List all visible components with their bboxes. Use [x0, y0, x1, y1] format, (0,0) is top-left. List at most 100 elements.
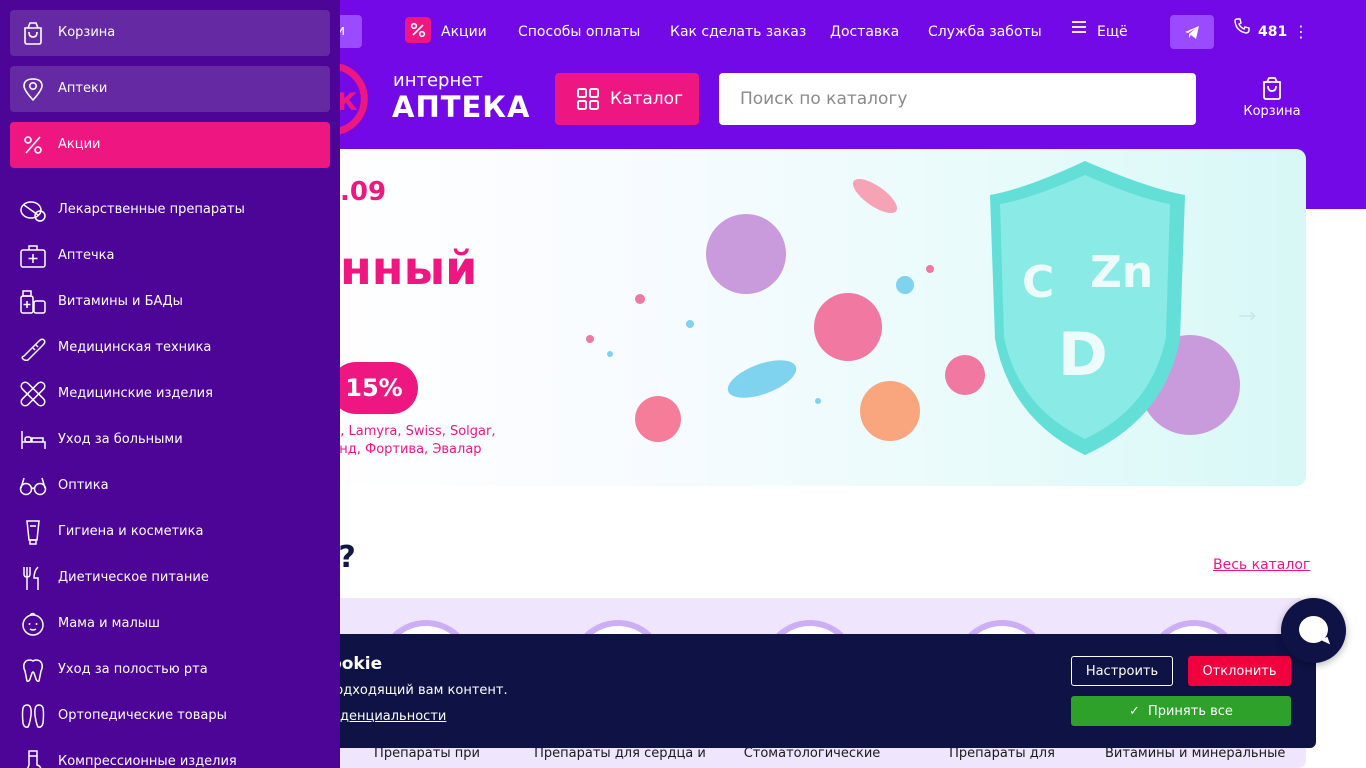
banner-illustration: C Zn D	[586, 161, 1240, 455]
first-aid-kit-icon	[20, 245, 46, 268]
logo-big-text: АПТЕКА	[392, 90, 531, 124]
vitamins-icon	[20, 290, 46, 314]
nav-more[interactable]: Ещё	[1071, 15, 1128, 49]
catalog-button[interactable]: Каталог	[555, 73, 699, 125]
sidebar-item-oral-care[interactable]: Уход за полостью рта	[10, 650, 330, 690]
nav-label: Акции	[441, 24, 487, 40]
banner-date: .09	[340, 177, 387, 207]
location-pin-icon	[23, 78, 43, 101]
sidebar-item-label: Ортопедические товары	[58, 708, 227, 723]
menu-icon	[1071, 13, 1087, 47]
category-label[interactable]: Препараты для сердца и	[530, 746, 710, 761]
percent-icon	[24, 136, 42, 154]
phone-icon	[1234, 13, 1250, 47]
logo-small-text: интернет	[393, 70, 483, 91]
sidebar-item-vitamins[interactable]: Витамины и БАДы	[10, 282, 330, 322]
chat-button[interactable]	[1281, 598, 1346, 663]
cookie-banner: cookie ь подходящий вам контент. денциал…	[300, 634, 1316, 748]
sidebar-item-optics[interactable]: Оптика	[10, 466, 330, 506]
category-label[interactable]: Препараты для	[912, 746, 1092, 761]
category-label[interactable]: Препараты при	[337, 746, 517, 761]
configure-button[interactable]: Настроить	[1071, 656, 1173, 686]
sidebar-item-label: Лекарственные препараты	[58, 202, 245, 217]
sidebar-item-mother-baby[interactable]: Мама и малыш	[10, 604, 330, 644]
glasses-icon	[19, 477, 47, 496]
sidebar-item-label: Аптечка	[58, 248, 115, 263]
sidebar-item-medical-equipment[interactable]: Медицинская техника	[10, 328, 330, 368]
nav-label: Ещё	[1097, 24, 1128, 40]
nav-care-service[interactable]: Служба заботы	[928, 15, 1042, 49]
compression-stocking-icon	[26, 750, 42, 768]
hospital-bed-icon	[21, 431, 46, 449]
accept-label: Принять все	[1147, 703, 1233, 719]
search-input[interactable]	[719, 73, 1196, 125]
sidebar-item-label: Медицинская техника	[58, 340, 212, 355]
sidebar-item-pharmacies[interactable]: Аптеки	[10, 66, 330, 112]
telegram-icon	[1185, 26, 1199, 39]
sidebar-item-patient-care[interactable]: Уход за больными	[10, 420, 330, 460]
telegram-button[interactable]	[1170, 15, 1214, 49]
sidebar-item-label: Аптеки	[58, 81, 108, 96]
banner-title: нный	[340, 241, 478, 295]
percent-icon	[405, 17, 431, 43]
chat-bubble-icon	[1299, 616, 1328, 643]
sidebar-item-hygiene[interactable]: Гигиена и косметика	[10, 512, 330, 552]
cart-button[interactable]: Корзина	[1236, 76, 1308, 126]
sidebar-menu: Корзина Аптеки Акции Лекарственные препа…	[0, 0, 340, 768]
cookie-text: ь подходящий вам контент.	[315, 683, 508, 698]
phone-number: 481	[1258, 24, 1288, 40]
sidebar-item-medical-supplies[interactable]: Медицинские изделия	[10, 374, 330, 414]
promo-banner[interactable]: .09 нный 15% rum, Lamyra, Swiss, Solgar,…	[300, 149, 1306, 486]
phone-link[interactable]: 481	[1234, 15, 1287, 49]
sidebar-item-label: Витамины и БАДы	[58, 294, 183, 309]
baby-face-icon	[22, 612, 44, 636]
sidebar-item-promotions[interactable]: Акции	[10, 122, 330, 168]
category-label[interactable]: Витамины и минеральные	[1105, 746, 1285, 761]
banner-discount: 15%	[330, 362, 418, 414]
bag-icon	[24, 22, 42, 45]
sidebar-item-compression[interactable]: Компрессионные изделия	[10, 742, 330, 768]
sidebar-item-label: Уход за больными	[58, 432, 183, 447]
insoles-icon	[21, 704, 45, 728]
bag-icon	[1263, 77, 1281, 100]
sidebar-item-diet-food[interactable]: Диетическое питание	[10, 558, 330, 598]
all-catalog-link[interactable]: Весь каталог	[1213, 557, 1310, 573]
pills-icon	[20, 201, 46, 222]
nav-payment-methods[interactable]: Способы оплаты	[518, 15, 640, 49]
check-icon: ✓	[1129, 703, 1140, 719]
sidebar-item-first-aid[interactable]: Аптечка	[10, 236, 330, 276]
tooth-icon	[22, 659, 44, 682]
sidebar-item-label: Компрессионные изделия	[58, 754, 237, 768]
sidebar-item-cart[interactable]: Корзина	[10, 10, 330, 56]
grid-icon	[577, 88, 599, 110]
privacy-policy-link[interactable]: денциальности	[340, 709, 446, 724]
shield-letter-c: C	[1022, 257, 1054, 308]
nav-delivery[interactable]: Доставка	[830, 15, 899, 49]
category-label[interactable]: Стоматологические	[722, 746, 902, 761]
cart-label: Корзина	[1243, 104, 1301, 119]
banner-brands-line-1: rum, Lamyra, Swiss, Solgar,	[314, 424, 496, 439]
cosmetics-tube-icon	[26, 520, 40, 545]
banner-brands-line-2: млэнд, Фортива, Эвалар	[314, 442, 482, 457]
sidebar-item-label: Оптика	[58, 478, 109, 493]
sidebar-item-label: Гигиена и косметика	[58, 524, 204, 539]
thermometer-icon	[21, 338, 46, 361]
sidebar-item-label: Мама и малыш	[58, 616, 160, 631]
sidebar-item-label: Корзина	[58, 25, 116, 40]
fork-knife-icon	[23, 566, 39, 590]
sidebar-item-label: Медицинские изделия	[58, 386, 213, 401]
shield-letter-d: D	[1058, 320, 1108, 390]
reject-button[interactable]: Отклонить	[1188, 656, 1291, 686]
sidebar-item-orthopedic[interactable]: Ортопедические товары	[10, 696, 330, 736]
more-vertical-icon[interactable]: ⋮	[1293, 15, 1309, 49]
sidebar-item-medicines[interactable]: Лекарственные препараты	[10, 190, 330, 230]
shield-letter-zn: Zn	[1090, 247, 1153, 298]
accept-all-button[interactable]: ✓ Принять все	[1071, 696, 1291, 726]
sidebar-item-label: Диетическое питание	[58, 570, 209, 585]
sidebar-item-label: Уход за полостью рта	[58, 662, 208, 677]
chevron-right-icon[interactable]: →	[1238, 304, 1256, 329]
nav-how-to-order[interactable]: Как сделать заказ	[670, 15, 806, 49]
nav-promotions[interactable]: Акции	[405, 15, 487, 49]
bandage-icon	[20, 381, 46, 407]
banner-brands: rum, Lamyra, Swiss, Solgar, млэнд, Форти…	[314, 423, 495, 459]
